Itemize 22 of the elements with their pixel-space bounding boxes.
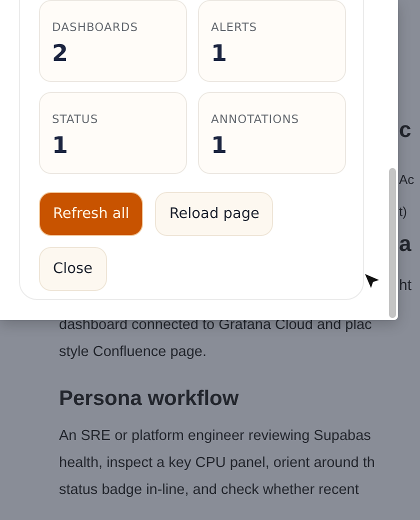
- stat-value: 1: [211, 132, 228, 161]
- secondary-button[interactable]: Close: [39, 247, 106, 291]
- heading-fragment: c: [399, 116, 412, 144]
- stat-value: 1: [52, 132, 68, 161]
- stat-value: 2: [52, 40, 68, 69]
- stat-label: ALERTS: [211, 19, 258, 35]
- primary-button[interactable]: Refresh all: [39, 192, 144, 236]
- section-heading: Persona workflow: [59, 386, 240, 412]
- stat-value: 1: [211, 40, 228, 69]
- cursor-icon: [363, 272, 381, 290]
- heading-fragment: a: [399, 230, 412, 258]
- text-fragment: t): [399, 203, 407, 221]
- body-text: style Confluence page.: [59, 343, 208, 362]
- stat-label: DASHBOARDS: [52, 19, 138, 35]
- stat-label: ANNOTATIONS: [211, 111, 300, 127]
- body-text: health, inspect a key CPU panel, orient around th: [59, 454, 376, 473]
- text-fragment: Ac: [399, 171, 414, 189]
- stat-label: STATUS: [52, 111, 98, 127]
- body-text: An SRE or platform engineer reviewing Supabas: [59, 427, 372, 446]
- body-text: status badge in-line, and check whether recent: [59, 481, 360, 500]
- secondary-button[interactable]: Reload page: [155, 192, 274, 236]
- text-fragment: ht: [399, 277, 412, 295]
